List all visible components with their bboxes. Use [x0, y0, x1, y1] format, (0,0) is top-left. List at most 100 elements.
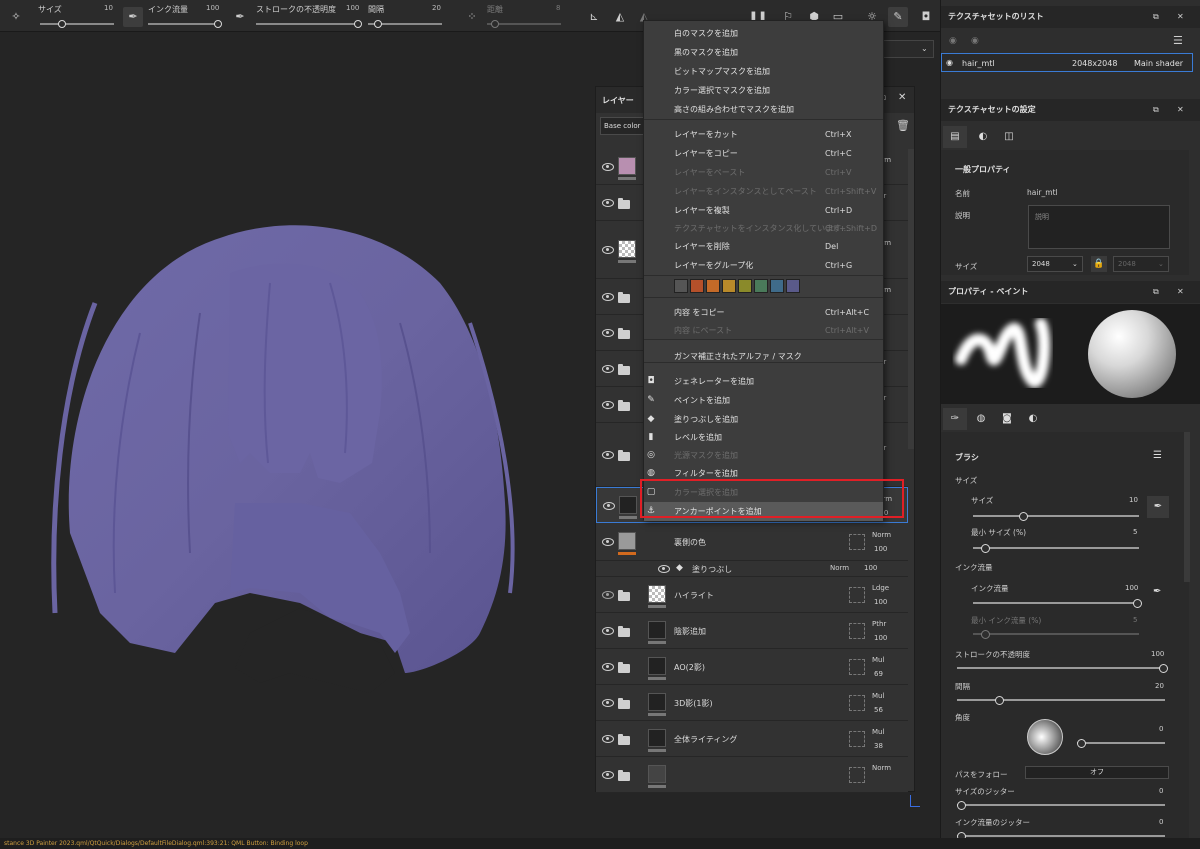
layer-row[interactable]: Norm [596, 757, 908, 793]
pen-pressure-icon[interactable]: ✒ [1147, 496, 1169, 518]
layer-row[interactable]: ◆ 塗りつぶし Norm 100 [596, 561, 908, 577]
layer-row[interactable]: 陰影追加 Pthr 100 [596, 613, 908, 649]
b-flow-jitter-slider[interactable] [957, 831, 1165, 841]
color-tag-swatch[interactable] [674, 279, 688, 293]
layer-row[interactable]: 3D影(1影) Mul 56 [596, 685, 908, 721]
material-tab-icon[interactable]: ◐ [971, 126, 995, 148]
layer-opacity[interactable]: 69 [874, 670, 883, 678]
b-min-flow-slider[interactable] [973, 629, 1139, 639]
blend-mode[interactable]: Norm [872, 531, 891, 539]
visibility-icon[interactable]: ◉ [946, 58, 953, 67]
follow-path-toggle[interactable]: オフ [1025, 766, 1169, 779]
flow-pressure-icon[interactable]: ✒ [1153, 586, 1161, 597]
brush-tab-icon[interactable]: ✑ [943, 408, 967, 430]
b-min-size-slider[interactable] [973, 543, 1139, 553]
viewport-mode-select[interactable]: ⌄ [880, 40, 934, 58]
visibility-eye-icon[interactable] [602, 699, 614, 707]
menu-item[interactable]: レイヤーをコピー Ctrl+C [644, 144, 883, 163]
visibility-eye-icon[interactable] [602, 365, 614, 373]
layer-row[interactable]: 全体ライティング Mul 38 [596, 721, 908, 757]
blend-mode[interactable]: Mul [872, 692, 884, 700]
b-angle-slider[interactable] [1077, 738, 1165, 748]
b-spacing-slider[interactable] [957, 695, 1165, 705]
mask-slot[interactable] [849, 534, 865, 550]
blend-mode[interactable]: Mul [872, 728, 884, 736]
menu-item[interactable]: ◘ ジェネレーターを追加 [644, 372, 883, 391]
visibility-alt-icon[interactable]: ◉ [971, 36, 979, 46]
color-tag-swatch[interactable] [754, 279, 768, 293]
mask-slot[interactable] [849, 659, 865, 675]
alpha-tab-icon[interactable]: ◍ [969, 408, 993, 430]
lazy-mouse-icon[interactable]: ⁘ [462, 7, 482, 27]
material-tab-icon[interactable]: ◐ [1021, 408, 1045, 430]
spacing-slider[interactable] [368, 20, 442, 28]
visibility-eye-icon[interactable] [602, 591, 614, 599]
visibility-eye-icon[interactable] [602, 627, 614, 635]
blend-mode[interactable]: Mul [872, 656, 884, 664]
delete-layer-icon[interactable]: 🗑 [896, 119, 910, 132]
size-slider[interactable] [40, 20, 114, 28]
visibility-eye-icon[interactable] [602, 771, 614, 779]
visibility-eye-icon[interactable] [658, 565, 670, 573]
b-flow-slider[interactable] [973, 598, 1142, 608]
visibility-eye-icon[interactable] [602, 163, 614, 171]
visibility-icon[interactable]: ◉ [949, 36, 957, 46]
layer-row[interactable]: 裏側の色 Norm 100 [596, 523, 908, 561]
layer-opacity[interactable]: 100 [874, 634, 887, 642]
props-scrollbar[interactable] [1184, 432, 1190, 582]
flow-pressure-icon[interactable]: ✒ [230, 7, 250, 27]
visibility-eye-icon[interactable] [602, 293, 614, 301]
folder-icon[interactable] [618, 734, 630, 745]
desc-field[interactable]: 説明 [1028, 205, 1170, 249]
stroke-opacity-slider[interactable] [256, 20, 362, 28]
float-icon[interactable]: ⧉ [1153, 99, 1159, 121]
close-icon[interactable]: ✕ [1177, 281, 1184, 303]
color-tag-swatch[interactable] [706, 279, 720, 293]
brush-preset-icon[interactable]: ✧ [6, 7, 26, 27]
layer-opacity[interactable]: 100 [874, 598, 887, 606]
visibility-eye-icon[interactable] [603, 502, 615, 510]
close-icon[interactable]: ✕ [1177, 99, 1184, 121]
flow-slider[interactable] [148, 20, 222, 28]
color-tag-swatch[interactable] [770, 279, 784, 293]
layer-row[interactable]: ハイライト Ldge 100 [596, 577, 908, 613]
color-tag-swatch[interactable] [738, 279, 752, 293]
visibility-eye-icon[interactable] [602, 538, 614, 546]
visibility-eye-icon[interactable] [602, 451, 614, 459]
menu-item[interactable]: ✎ ペイントを追加 [644, 391, 883, 410]
brush-menu-icon[interactable]: ☰ [1153, 450, 1162, 461]
folder-icon[interactable] [618, 364, 630, 375]
menu-item[interactable]: ◆ 塗りつぶしを追加 [644, 410, 883, 429]
angle-dial[interactable] [1027, 719, 1063, 755]
folder-icon[interactable] [618, 400, 630, 411]
close-icon[interactable]: ✕ [898, 92, 906, 103]
layer-row[interactable]: AO(2影) Mul 69 [596, 649, 908, 685]
float-icon[interactable]: ⧉ [1153, 6, 1159, 28]
blend-mode[interactable]: Pthr [872, 620, 886, 628]
blend-mode[interactable]: Norm [830, 564, 849, 572]
menu-item[interactable]: レイヤーをグループ化 Ctrl+G [644, 256, 883, 275]
layer-opacity[interactable]: 38 [874, 742, 883, 750]
mask-slot[interactable] [849, 623, 865, 639]
folder-icon[interactable] [618, 450, 630, 461]
b-size-slider[interactable] [973, 511, 1139, 521]
size-select-2[interactable]: 2048 ⌄ [1113, 256, 1169, 272]
mirror-icon[interactable]: ◭ [610, 7, 630, 27]
visibility-eye-icon[interactable] [602, 401, 614, 409]
screenshot-icon[interactable]: ◘ [916, 7, 936, 27]
mask-slot[interactable] [849, 695, 865, 711]
menu-item[interactable]: 白のマスクを追加 [644, 24, 883, 43]
visibility-eye-icon[interactable] [602, 735, 614, 743]
layer-opacity[interactable]: 56 [874, 706, 883, 714]
color-tag-swatch[interactable] [690, 279, 704, 293]
menu-item[interactable]: 黒のマスクを追加 [644, 43, 883, 62]
pen-pressure-icon[interactable]: ✒ [123, 7, 143, 27]
list-menu-icon[interactable]: ☰ [1173, 34, 1183, 47]
visibility-eye-icon[interactable] [602, 199, 614, 207]
lock-icon[interactable]: 🔒 [1091, 256, 1107, 272]
folder-icon[interactable] [618, 292, 630, 303]
symmetry-icon[interactable]: ⊾ [584, 7, 604, 27]
b-stroke-slider[interactable] [957, 663, 1168, 673]
layer-opacity[interactable]: 100 [874, 545, 887, 553]
visibility-eye-icon[interactable] [602, 329, 614, 337]
